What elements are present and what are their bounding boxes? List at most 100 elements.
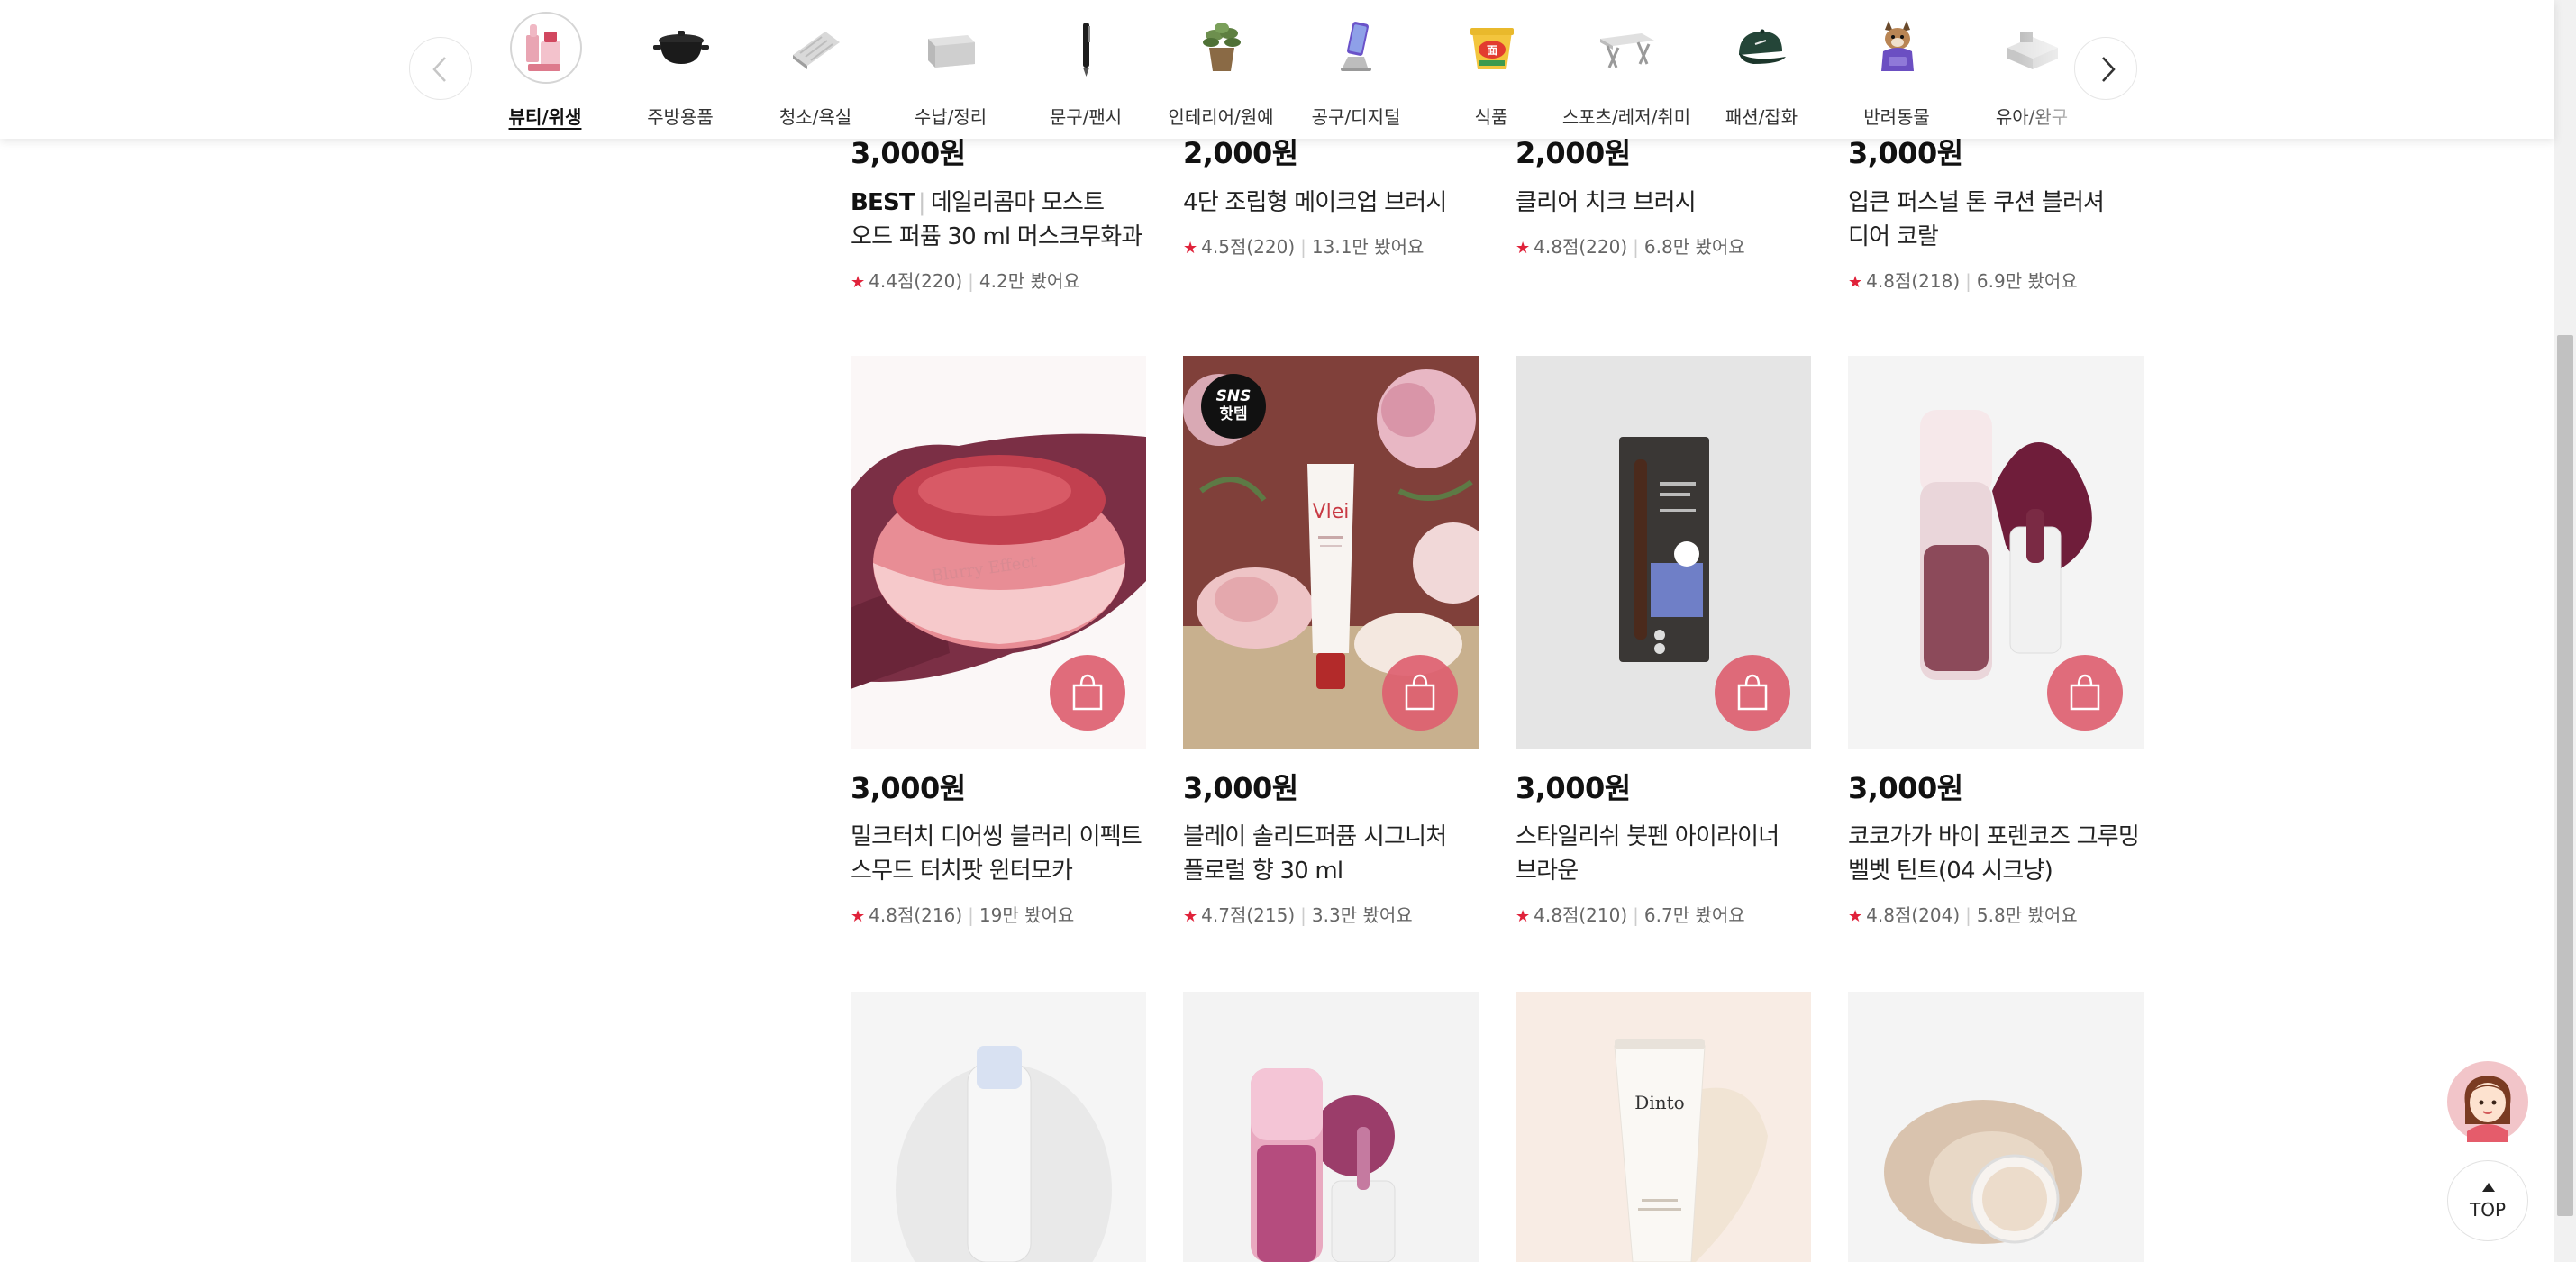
chatbot-avatar-button[interactable] — [2447, 1061, 2528, 1142]
best-badge: BEST — [851, 189, 915, 216]
next-category-button[interactable] — [2074, 37, 2137, 100]
chatbot-avatar-icon — [2447, 1061, 2528, 1142]
product-meta: ★ 4.8점(216) | 19만 봤어요 — [851, 901, 1074, 927]
product-name[interactable]: 코코가가 바이 포렌코즈 그루밍 벨벳 틴트(04 시크냥) — [1848, 820, 2144, 888]
product-rating: 4.8점(204) — [1866, 904, 1961, 926]
category-food[interactable]: 面 식품 — [1424, 0, 1559, 139]
product-rating: 4.8점(216) — [869, 904, 963, 926]
product-image[interactable] — [1183, 992, 1479, 1262]
category-storage[interactable]: 수납/정리 — [883, 0, 1018, 139]
product-views: 19만 봤어요 — [979, 904, 1075, 926]
divider: | — [917, 189, 926, 216]
divider: | — [1300, 236, 1306, 258]
star-icon: ★ — [1516, 907, 1531, 926]
product-name[interactable]: 클리어 치크 브러시 — [1516, 186, 1811, 220]
product-image[interactable] — [1848, 992, 2144, 1262]
product-image[interactable]: Vlei SNS 핫템 — [1183, 356, 1479, 749]
product-name[interactable]: 블레이 솔리드퍼퓸 시그니처 플로럴 향 30 ml — [1183, 820, 1479, 888]
product-image[interactable]: Blurry Effect — [851, 356, 1146, 749]
category-label: 청소/욕실 — [778, 106, 852, 128]
add-to-cart-button[interactable] — [1050, 655, 1125, 731]
product-rating: 4.8점(220) — [1534, 236, 1628, 258]
divider: | — [968, 270, 974, 292]
product-views: 5.8만 봤어요 — [1976, 904, 2078, 926]
category-sports[interactable]: 스포츠/레저/취미 — [1559, 0, 1694, 139]
category-label: 인테리어/원예 — [1168, 106, 1274, 128]
add-to-cart-button[interactable] — [1715, 655, 1790, 731]
product-image[interactable] — [851, 992, 1146, 1262]
category-kitchen[interactable]: 주방용품 — [613, 0, 748, 139]
category-label: 반려동물 — [1863, 106, 1930, 128]
product-rating: 4.8점(218) — [1866, 270, 1961, 292]
cooking-pot-icon — [645, 12, 717, 84]
category-track: 뷰티/위생 주방용품 청소/욕실 수납/정리 문구/팬시 인테리어/원예 공구/… — [478, 0, 2117, 139]
category-interior[interactable]: 인테리어/원예 — [1153, 0, 1288, 139]
scrollbar-thumb[interactable] — [2557, 335, 2573, 1216]
category-fashion[interactable]: 패션/잡화 — [1694, 0, 1829, 139]
product-rating: 4.8점(210) — [1534, 904, 1628, 926]
shopping-bag-icon — [2070, 674, 2100, 711]
divider: | — [968, 904, 974, 926]
product-meta: ★ 4.4점(220) | 4.2만 봤어요 — [851, 267, 1080, 293]
shopping-bag-icon — [1072, 674, 1103, 711]
star-icon: ★ — [851, 907, 866, 926]
shopping-bag-icon — [1737, 674, 1768, 711]
product-name[interactable]: 4단 조립형 메이크업 브러시 — [1183, 186, 1479, 220]
product-meta: ★ 4.8점(218) | 6.9만 봤어요 — [1848, 267, 2078, 293]
category-label: 공구/디지털 — [1311, 106, 1401, 128]
product-name[interactable]: 입큰 퍼스널 톤 쿠션 블러셔 디어 코랄 — [1848, 186, 2144, 254]
pen-icon — [1051, 12, 1123, 84]
product-name[interactable]: 밀크터치 디어씽 블러리 이펙트 스무드 터치팟 윈터모카 — [851, 820, 1146, 888]
star-icon: ★ — [1183, 907, 1198, 926]
divider: | — [1965, 904, 1971, 926]
category-label: 패션/잡화 — [1725, 106, 1798, 128]
category-beauty[interactable]: 뷰티/위생 — [478, 0, 613, 139]
category-stationery[interactable]: 문구/팬시 — [1018, 0, 1153, 139]
cap-icon — [1726, 12, 1798, 84]
divider: | — [1633, 904, 1639, 926]
add-to-cart-button[interactable] — [1382, 655, 1458, 731]
divider: | — [1300, 904, 1306, 926]
product-views: 4.2만 봤어요 — [979, 270, 1080, 292]
scroll-to-top-button[interactable]: TOP — [2447, 1160, 2528, 1241]
category-label: 주방용품 — [647, 106, 714, 128]
divider: | — [1633, 236, 1639, 258]
scrub-brush-icon — [780, 12, 852, 84]
chevron-right-icon — [2102, 57, 2116, 82]
product-image[interactable]: Dinto — [1516, 992, 1811, 1262]
brand-text: Vlei — [1313, 501, 1350, 523]
arrow-up-icon — [2482, 1183, 2495, 1192]
product-meta: ★ 4.5점(220) | 13.1만 봤어요 — [1183, 232, 1424, 259]
brand-text: Dinto — [1634, 1092, 1684, 1113]
product-image[interactable] — [1848, 356, 2144, 749]
lipstick-cosmetics-icon — [510, 12, 582, 84]
product-name[interactable]: BEST | 데일리콤마 모스트 오드 퍼퓸 30 ml 머스크무화과 — [851, 186, 1146, 254]
product-views: 6.8만 봤어요 — [1643, 236, 1745, 258]
potted-plant-icon — [1186, 12, 1258, 84]
category-pets[interactable]: 반려동물 — [1829, 0, 1964, 139]
category-tools-digital[interactable]: 공구/디지털 — [1288, 0, 1424, 139]
pet-dog-icon — [1861, 12, 1934, 84]
product-views: 6.9만 봤어요 — [1976, 270, 2078, 292]
category-label: 수납/정리 — [914, 106, 988, 128]
prev-category-button[interactable] — [409, 37, 472, 100]
product-price: 3,000원 — [1516, 771, 1631, 805]
divider: | — [1965, 270, 1971, 292]
product-views: 13.1만 봤어요 — [1311, 236, 1425, 258]
product-name[interactable]: 스타일리쉬 붓펜 아이라이너 브라운 — [1516, 820, 1811, 888]
category-label: 문구/팬시 — [1049, 106, 1123, 128]
category-bar: 뷰티/위생 주방용품 청소/욕실 수납/정리 문구/팬시 인테리어/원예 공구/… — [0, 0, 2554, 139]
category-cleaning[interactable]: 청소/욕실 — [748, 0, 883, 139]
product-price: 3,000원 — [851, 771, 966, 805]
product-meta: ★ 4.8점(204) | 5.8만 봤어요 — [1848, 901, 2078, 927]
product-image[interactable] — [1516, 356, 1811, 749]
add-to-cart-button[interactable] — [2047, 655, 2123, 731]
top-label: TOP — [2469, 1199, 2507, 1221]
product-rating: 4.5점(220) — [1201, 236, 1296, 258]
product-price: 3,000원 — [1183, 771, 1298, 805]
star-icon: ★ — [1848, 273, 1863, 292]
category-label: 뷰티/위생 — [508, 106, 582, 128]
phone-stand-icon — [1321, 12, 1393, 84]
product-views: 6.7만 봤어요 — [1643, 904, 1745, 926]
product-rating: 4.7점(215) — [1201, 904, 1296, 926]
